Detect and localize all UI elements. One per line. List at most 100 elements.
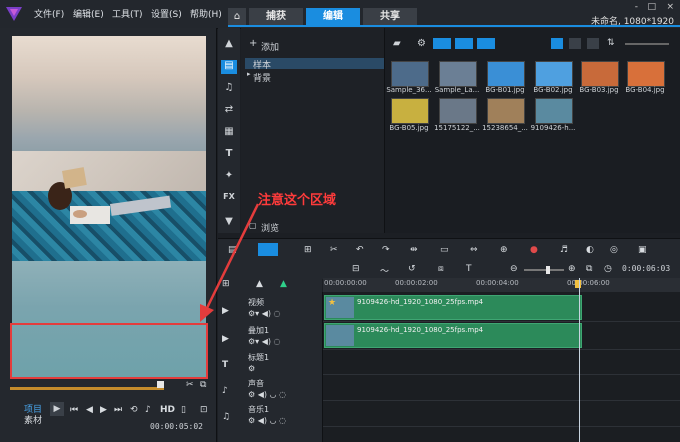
hd-toggle[interactable]: HD <box>160 405 175 415</box>
tab-share[interactable]: 共享 <box>363 8 417 25</box>
add-folder-button[interactable]: 添加 <box>261 40 279 53</box>
maximize-button[interactable]: □ <box>647 2 656 12</box>
view-list-icon[interactable] <box>551 38 563 49</box>
crop-icon[interactable]: ⧈ <box>438 264 444 274</box>
menu-tools[interactable]: 工具(T) <box>112 7 143 20</box>
close-button[interactable]: × <box>666 2 674 12</box>
home-icon[interactable]: ⌂ <box>228 8 246 25</box>
zoom-icon[interactable]: ⊡ <box>200 405 208 415</box>
thumbnail-image[interactable] <box>535 98 573 124</box>
split-icon[interactable]: ⇔ <box>470 245 478 255</box>
menu-help[interactable]: 帮助(H) <box>190 7 222 20</box>
media-icon[interactable]: ▤ <box>221 60 237 74</box>
step-back-icon[interactable]: ◀ <box>86 405 93 415</box>
play-icon[interactable]: ▶ <box>50 402 64 416</box>
thumbnail-label: BG-B04.jpg <box>625 86 665 94</box>
thumbnail-image[interactable] <box>391 61 429 87</box>
track-up-icon[interactable]: ▲ <box>280 279 287 289</box>
clock-icon[interactable]: ◷ <box>604 264 612 274</box>
zoom-slider-handle[interactable] <box>546 266 550 274</box>
track-options-icon[interactable]: ⚙ ◀) ◡ ◌ <box>248 390 286 399</box>
zoom-in-icon[interactable]: ⊕ <box>568 264 576 274</box>
color-icon[interactable]: ◐ <box>586 245 594 255</box>
transition-icon[interactable]: ⇄ <box>221 104 237 118</box>
motion-icon[interactable]: ⊕ <box>500 245 508 255</box>
thumbnail-image[interactable] <box>535 61 573 87</box>
device-icon[interactable]: ▯ <box>181 405 186 415</box>
wave-icon[interactable]: 〜 <box>380 264 389 277</box>
show-audio-icon[interactable] <box>477 38 495 49</box>
thumbnail-image[interactable] <box>487 61 525 87</box>
track-options-icon[interactable]: ⚙▾ ◀) ◌ <box>248 337 281 346</box>
grid-icon[interactable]: ⊟ <box>352 264 360 274</box>
text-icon[interactable]: ▣ <box>638 245 647 255</box>
playhead-marker[interactable] <box>575 280 581 288</box>
title-icon[interactable]: T <box>221 148 237 162</box>
clip-mode-label[interactable]: 素材 <box>24 413 42 426</box>
thumbnail-image[interactable] <box>487 98 525 124</box>
timeline-timecode[interactable]: 0:00:06:03 <box>622 264 670 273</box>
folder-item-background[interactable]: 背景 <box>253 71 271 84</box>
thumbnail-image[interactable] <box>439 61 477 87</box>
step-forward-icon[interactable]: ▶ <box>100 405 107 415</box>
view-thumbnail-icon[interactable] <box>587 38 599 49</box>
filter-settings-icon[interactable]: ⚙ <box>417 38 426 49</box>
show-video-icon[interactable] <box>433 38 451 49</box>
annotation-text: 注意这个区域 <box>258 193 337 208</box>
preview-timecode[interactable]: 00:00:05:02 <box>150 422 203 431</box>
thumbnail-image[interactable] <box>439 98 477 124</box>
view-details-icon[interactable] <box>569 38 581 49</box>
volume-icon[interactable]: ♪ <box>145 405 151 415</box>
thumbnail-image[interactable] <box>581 61 619 87</box>
graphics-icon[interactable]: ▦ <box>221 126 237 140</box>
zoom-slider[interactable] <box>524 269 564 271</box>
loop-icon[interactable]: ↺ <box>408 264 416 274</box>
timeline-ruler[interactable]: 00:00:00:00 00:00:02:00 00:00:04:00 00:0… <box>323 278 680 292</box>
repeat-icon[interactable]: ⟲ <box>130 405 138 415</box>
redo-icon[interactable]: ↷ <box>382 245 390 255</box>
instant-project-icon[interactable]: ♫ <box>221 82 237 96</box>
menu-file[interactable]: 文件(F) <box>34 7 64 20</box>
video-clip[interactable]: ★ 9109426-hd_1920_1080_25fps.mp4 <box>324 295 582 320</box>
folder-item-sample[interactable]: 样本 <box>245 58 384 71</box>
screen-icon[interactable]: ▭ <box>440 245 449 255</box>
collapse-up-icon[interactable]: ▲ <box>221 38 237 52</box>
title-tool-icon[interactable]: T <box>466 264 472 274</box>
mixer-icon[interactable]: ♬ <box>560 245 568 255</box>
thumbnail-label: BG-B05.jpg <box>389 124 429 132</box>
preview-scrubber[interactable] <box>10 387 164 390</box>
tab-edit[interactable]: 编辑 <box>306 8 360 25</box>
record-icon[interactable]: ● <box>530 245 538 255</box>
menu-settings[interactable]: 设置(S) <box>151 7 182 20</box>
minimize-button[interactable]: - <box>635 2 638 12</box>
track-area[interactable]: ★ 9109426-hd_1920_1080_25fps.mp4 9109426… <box>323 292 680 442</box>
thumb-size-slider[interactable] <box>625 43 669 45</box>
scrubber-handle[interactable] <box>157 381 164 388</box>
cut-icon[interactable]: ✂ <box>330 245 338 255</box>
track-options-icon[interactable]: ⚙ <box>248 364 255 373</box>
playhead-line[interactable] <box>579 278 580 442</box>
menu-edit[interactable]: 编辑(E) <box>73 7 104 20</box>
fit-timeline-icon[interactable]: ⧉ <box>586 264 592 274</box>
show-photo-icon[interactable] <box>455 38 473 49</box>
thumbnail-image[interactable] <box>627 61 665 87</box>
skip-start-icon[interactable]: ⏮ <box>70 405 78 415</box>
zoom-out-icon[interactable]: ⊖ <box>510 264 518 274</box>
undo-icon[interactable]: ↶ <box>356 245 364 255</box>
filter-icon[interactable]: ✦ <box>221 170 237 184</box>
add-icon[interactable]: + <box>249 38 257 49</box>
folder-icon[interactable]: ▰ <box>393 38 401 49</box>
thumbnail-image[interactable] <box>391 98 429 124</box>
copy-icon[interactable]: ⧉ <box>200 380 206 390</box>
track-options-icon[interactable]: ⚙ ◀) ◡ ◌ <box>248 416 286 425</box>
fit-icon[interactable]: ⇹ <box>410 245 418 255</box>
track-manager-icon[interactable]: ⊞ <box>304 245 312 255</box>
subtitle-icon[interactable]: ◎ <box>610 245 618 255</box>
tab-capture[interactable]: 捕获 <box>249 8 303 25</box>
track-divider <box>323 321 680 322</box>
overlay-clip[interactable]: 9109426-hd_1920_1080_25fps.mp4 <box>324 323 582 348</box>
folder-expand-icon[interactable]: ▸ <box>247 70 251 78</box>
trim-icon[interactable]: ✂ <box>186 380 194 390</box>
sort-icon[interactable]: ⇅ <box>607 38 615 48</box>
skip-end-icon[interactable]: ⏭ <box>114 405 122 415</box>
